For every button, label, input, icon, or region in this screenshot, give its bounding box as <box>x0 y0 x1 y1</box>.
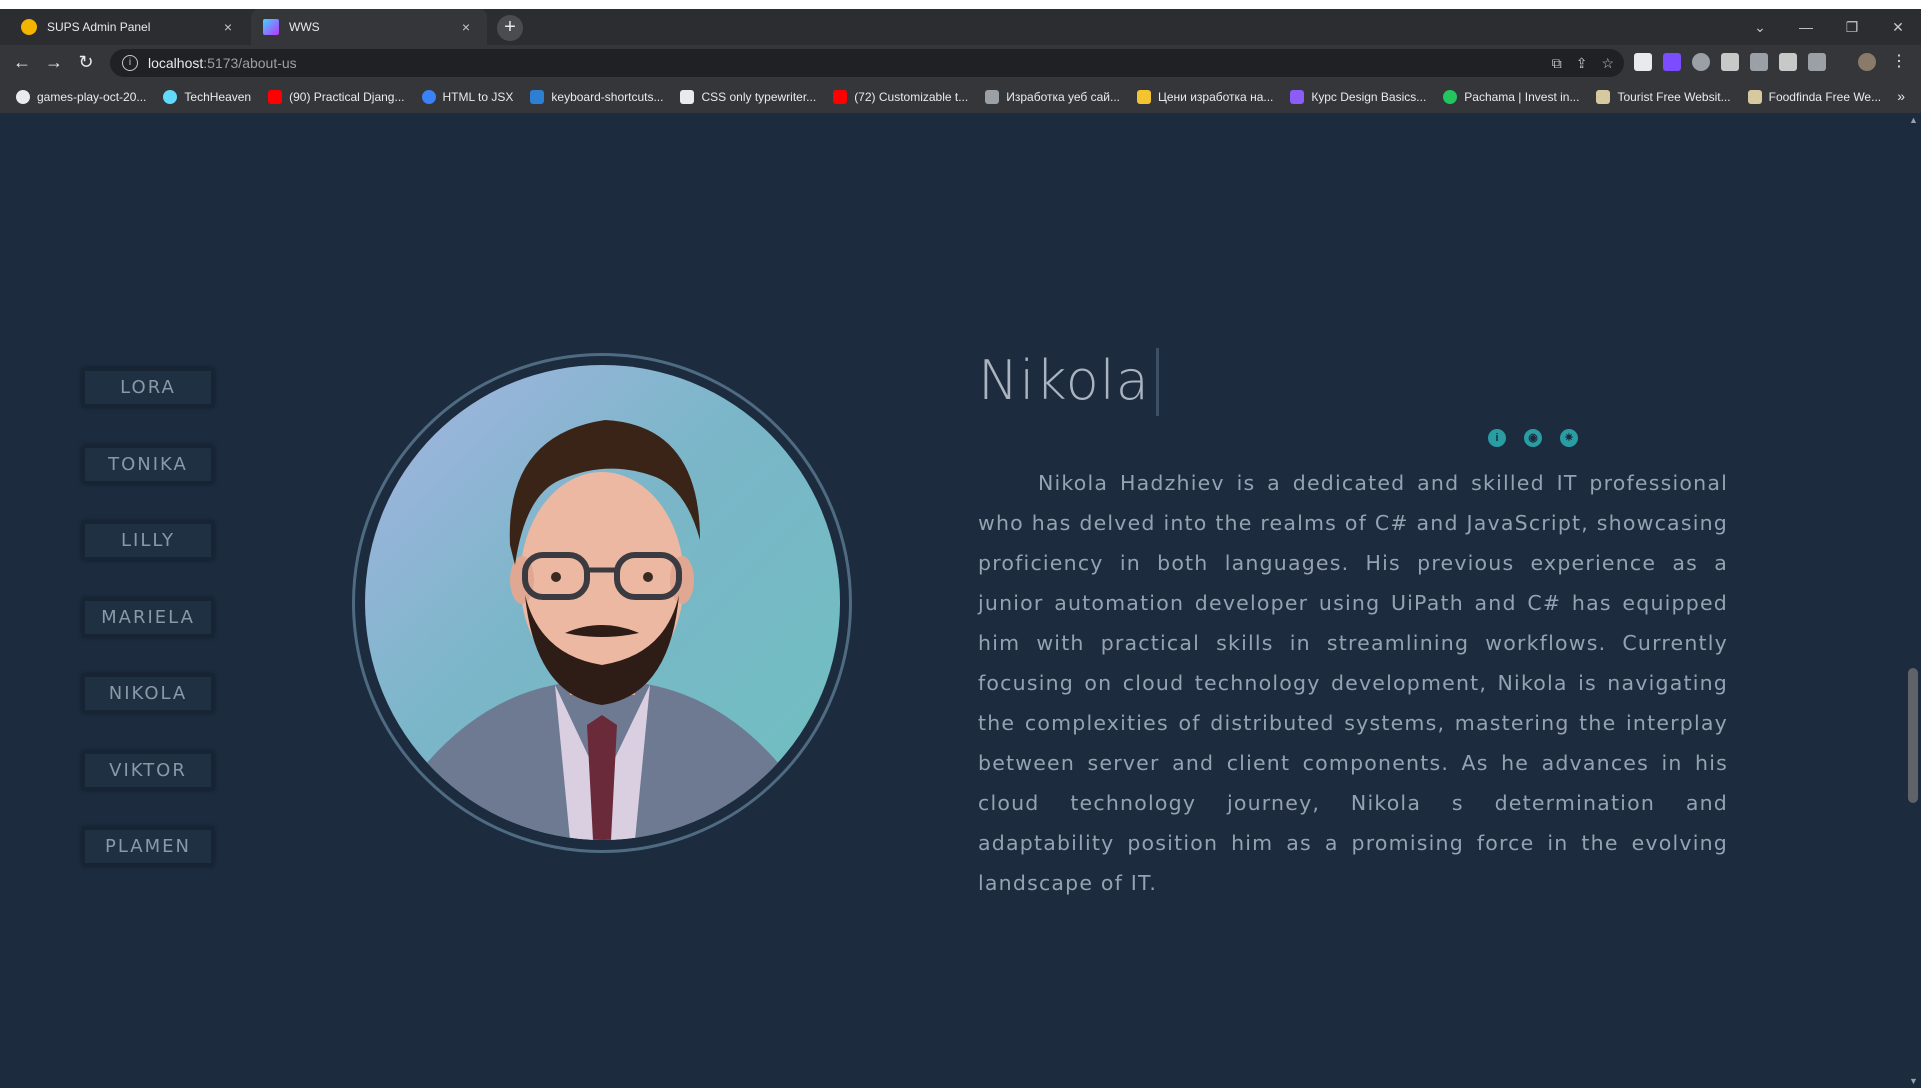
address-bar[interactable]: i localhost:5173/about-us ⧉ ⇪ ☆ <box>110 49 1624 77</box>
bookmark-item[interactable]: Курс Design Basics... <box>1290 89 1426 104</box>
folder-icon <box>1747 89 1762 104</box>
info-icon[interactable]: i <box>1488 429 1506 447</box>
more-bookmarks-icon[interactable]: » <box>1897 88 1905 104</box>
site-info-icon[interactable]: i <box>122 55 138 71</box>
member-button-viktor[interactable]: VIKTOR <box>82 751 214 790</box>
bookmark-item[interactable]: Tourist Free Websit... <box>1596 89 1731 104</box>
member-button-nikola[interactable]: NIKOLA <box>82 674 214 713</box>
member-button-tonika[interactable]: TONIKA <box>82 445 214 484</box>
bookmark-item[interactable]: (90) Practical Djang... <box>268 89 405 104</box>
social-links: i ◉ ✷ <box>1488 429 1578 447</box>
person-photo-illustration <box>405 420 800 840</box>
react-icon <box>163 89 178 104</box>
bookmark-item[interactable]: CSS only typewriter... <box>680 89 816 104</box>
profile-bio: Nikola Hadzhiev is a dedicated and skill… <box>978 471 1728 895</box>
restore-button[interactable]: ❐ <box>1829 9 1875 45</box>
vscode-icon <box>530 89 545 104</box>
bookmark-item[interactable]: Pachama | Invest in... <box>1443 89 1579 104</box>
site-icon <box>1137 89 1151 104</box>
close-tab-icon[interactable]: × <box>457 19 475 35</box>
bookmark-item[interactable]: TechHeaven <box>163 89 251 104</box>
new-tab-button[interactable]: + <box>497 15 523 41</box>
menu-icon[interactable]: ⋮ <box>1886 49 1912 75</box>
tab-wws[interactable]: WWS × <box>251 9 487 45</box>
url-host: localhost <box>148 55 204 71</box>
course-icon <box>1290 89 1305 104</box>
url-path: :5173/about-us <box>203 55 297 71</box>
bookmark-item[interactable]: games-play-oct-20... <box>16 89 146 104</box>
member-button-plamen[interactable]: PLAMEN <box>82 827 214 866</box>
avatar[interactable] <box>1858 53 1876 71</box>
tab-favicon-icon <box>21 19 37 35</box>
browser-tab-bar: SUPS Admin Panel × WWS × + ⌄ — ❐ ✕ <box>0 0 1921 45</box>
browser-toolbar: ← → ↻ i localhost:5173/about-us ⧉ ⇪ ☆ ⋮ <box>0 45 1921 80</box>
extension-icon[interactable] <box>1634 53 1652 71</box>
member-button-mariela[interactable]: MARIELA <box>82 598 214 637</box>
youtube-icon <box>268 89 283 104</box>
bookmark-item[interactable]: Foodfinda Free We... <box>1747 89 1881 104</box>
codepen-icon <box>680 89 695 104</box>
bookmark-item[interactable]: (72) Customizable t... <box>833 89 968 104</box>
reading-list-icon[interactable] <box>1750 53 1768 71</box>
bookmark-item[interactable]: Изработка уеб сай... <box>985 89 1120 104</box>
scroll-thumb[interactable] <box>1908 668 1918 803</box>
profile-name: Nikola <box>978 348 1159 416</box>
bookmark-item[interactable]: HTML to JSX <box>421 89 513 104</box>
tab-title: SUPS Admin Panel <box>47 20 151 34</box>
bookmark-star-icon[interactable]: ☆ <box>1601 55 1614 72</box>
download-icon[interactable] <box>1779 53 1797 71</box>
badge-icon[interactable]: ✷ <box>1560 429 1578 447</box>
member-button-lora[interactable]: LORA <box>82 368 214 407</box>
tab-title: WWS <box>289 20 320 34</box>
side-panel-icon[interactable] <box>1808 53 1826 71</box>
tab-sups-admin[interactable]: SUPS Admin Panel × <box>9 9 249 45</box>
share-icon[interactable]: ⇪ <box>1576 55 1588 72</box>
youtube-icon <box>833 89 848 104</box>
about-us-page: LORA TONIKA LILLY MARIELA NIKOLA VIKTOR … <box>0 113 1905 1088</box>
page-scrollbar[interactable]: ▲ ▼ <box>1905 113 1921 1088</box>
member-button-lilly[interactable]: LILLY <box>82 521 214 560</box>
github-icon <box>16 89 30 104</box>
folder-icon <box>1596 89 1611 104</box>
vite-favicon-icon <box>263 19 279 35</box>
reload-button[interactable]: ↻ <box>73 49 99 75</box>
minimize-button[interactable]: — <box>1783 9 1829 45</box>
site-icon <box>985 89 1000 104</box>
bookmark-item[interactable]: Цени изработка на... <box>1137 89 1273 104</box>
github-icon[interactable]: ◉ <box>1524 429 1542 447</box>
extension-icon[interactable] <box>1663 53 1681 71</box>
tab-search-icon[interactable]: ⌄ <box>1737 9 1783 45</box>
site-icon <box>421 89 436 104</box>
close-window-button[interactable]: ✕ <box>1875 9 1921 45</box>
close-tab-icon[interactable]: × <box>219 19 237 35</box>
grammarly-icon[interactable] <box>1692 53 1710 71</box>
profile-photo <box>365 365 840 840</box>
back-button[interactable]: ← <box>9 49 35 75</box>
forward-button[interactable]: → <box>41 49 67 75</box>
bookmark-item[interactable]: keyboard-shortcuts... <box>530 89 663 104</box>
site-icon <box>1443 89 1458 104</box>
scroll-down-icon[interactable]: ▼ <box>1909 1076 1918 1086</box>
bookmarks-bar: games-play-oct-20... TechHeaven (90) Pra… <box>0 80 1921 113</box>
puzzle-extensions-icon[interactable] <box>1721 53 1739 71</box>
translate-icon[interactable]: ⧉ <box>1552 55 1562 72</box>
scroll-up-icon[interactable]: ▲ <box>1909 115 1918 125</box>
